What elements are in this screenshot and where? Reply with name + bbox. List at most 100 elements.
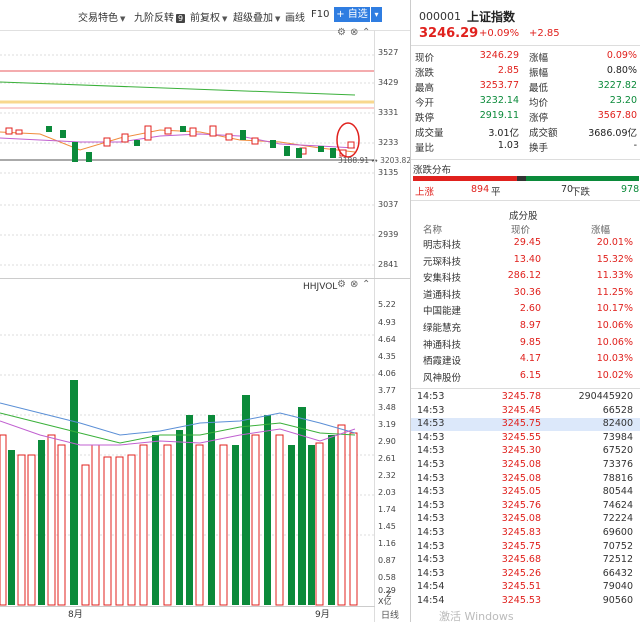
component-row[interactable]: 明志科技 29.45 20.01% [411,236,640,251]
quote-label: 换手 [529,143,549,154]
quote-label: 最高 [415,83,435,94]
component-row[interactable]: 风神股份 6.15 10.02% [411,369,640,384]
tick-price: 3245.30 [501,445,541,457]
toolbar-f10[interactable]: F10 [311,9,329,20]
component-row[interactable]: 栖霞建设 4.17 10.03% [411,352,640,368]
flat-label: 平 [491,187,501,198]
tick-row: 14:53 3245.75 70752 [411,541,640,554]
tick-row: 14:53 3245.78 290445920 [411,391,640,404]
quote-label: 涨跌 [415,68,435,79]
volume-chart[interactable] [0,295,375,607]
toolbar-trade-features[interactable]: 交易特色 ▼ [78,9,125,24]
component-change: 11.25% [596,286,633,298]
chevron-down-icon[interactable]: ▾ [371,7,382,22]
candles [5,125,355,162]
change-amount: +2.85 [529,28,560,39]
down-count: 978 [621,184,640,195]
component-price: 2.60 [519,303,541,315]
up-label: 上涨 [415,187,435,198]
component-row[interactable]: 元琛科技 13.40 15.32% [411,253,640,268]
quote-value: 3232.14 [479,95,519,106]
tick-volume: 69600 [602,527,633,538]
component-name: 栖霞建设 [423,356,462,368]
tick-time: 14:53 [417,418,445,430]
up-count: 894 [471,184,490,195]
tick-row: 14:53 3245.05 80544 [411,486,640,499]
tick-row: 14:53 3245.83 69600 [411,527,640,540]
component-row[interactable]: 中国能建 2.60 10.17% [411,302,640,318]
quote-label: 成交额 [529,128,558,139]
tick-price: 3245.08 [501,459,541,470]
tick-time: 14:53 [417,404,445,416]
quote-label: 振幅 [529,68,549,79]
quote-value: 23.20 [609,95,637,106]
toolbar-forward-adjust[interactable]: 前复权 ▼ [190,9,227,24]
tick-volume: 80544 [602,486,633,498]
tick-row: 14:54 3245.53 90560 [411,595,640,608]
tick-row: 14:53 3245.55 73984 [411,432,640,445]
kline-chart[interactable] [0,30,375,280]
tick-volume: 82400 [602,418,633,430]
period-label[interactable]: 日线 [381,608,399,621]
component-price: 30.36 [513,286,541,298]
tick-row: 14:53 3245.68 72512 [411,554,640,567]
quote-value: 3567.80 [597,110,637,121]
tick-price: 3245.75 [501,418,541,430]
tick-time: 14:53 [417,486,445,498]
tick-price: 3245.08 [501,513,541,525]
component-price: 13.40 [513,253,541,265]
quote-value: 3686.09亿 [588,128,637,139]
tick-time: 14:54 [417,581,445,593]
tick-row: 14:53 3245.08 72224 [411,513,640,526]
tick-volume: 72224 [602,513,633,525]
tick-time: 14:53 [417,513,445,525]
component-row[interactable]: 道通科技 30.36 11.25% [411,286,640,301]
tick-volume: 67520 [602,445,633,457]
component-row[interactable]: 安集科技 286.12 11.33% [411,269,640,284]
current-price: 3246.29 [419,26,479,41]
component-change: 10.06% [596,336,633,348]
tick-volume: 73984 [602,431,633,443]
tick-volume: 290445920 [578,391,633,402]
tick-time: 14:54 [417,595,445,606]
chart-toolbar: 交易特色 ▼ 九阶反转 9 前复权 ▼ 超级叠加 ▼ 画线 F10 + 自选 ▾ [0,0,410,31]
quote-label: 涨幅 [529,53,549,64]
tick-price: 3245.75 [501,540,541,552]
quote-row: 现价 3246.29 涨幅 0.09% [411,49,640,64]
quote-label: 均价 [529,98,549,109]
tick-price: 3245.05 [501,486,541,498]
x-label-sep: 9月 [315,610,330,620]
toolbar-nine-reversal[interactable]: 九阶反转 9 [134,9,186,24]
quote-label: 现价 [415,53,435,64]
change-percent: +0.09% [479,28,520,39]
tick-time: 14:53 [417,554,445,566]
add-watchlist-button[interactable]: + 自选 [334,7,370,22]
settings-icon-2[interactable]: ⚙ [337,279,346,290]
quote-row: 成交量 3.01亿 成交额 3686.09亿 [411,124,640,139]
component-name: 中国能建 [423,306,462,318]
tick-price: 3245.76 [501,499,541,511]
component-row[interactable]: 神通科技 9.85 10.06% [411,336,640,351]
toolbar-draw-line[interactable]: 画线 [285,9,305,24]
ma10-line [0,133,356,149]
distribution-title: 涨跌分布 [413,165,452,176]
distribution-bar [413,176,639,181]
tick-price: 3245.26 [501,567,541,579]
quote-value: 0.80% [606,65,637,76]
component-change: 11.33% [596,270,633,282]
quote-label: 今开 [415,98,435,109]
quote-row: 今开 3232.14 均价 23.20 [411,94,640,109]
tick-time: 14:53 [417,527,445,538]
tick-price: 3245.78 [501,391,541,402]
component-name: 道通科技 [423,289,462,301]
quote-label: 最低 [529,83,549,94]
close-icon-2[interactable]: ⊗ [350,279,358,290]
volume-indicator-label: HHJVOL [303,282,338,292]
tick-price: 3245.55 [501,431,541,443]
component-name: 绿能慧充 [423,323,462,334]
component-row[interactable]: 绿能慧充 8.97 10.06% [411,319,640,334]
toolbar-super-overlay[interactable]: 超级叠加 ▼ [233,9,280,24]
collapse-icon-2[interactable]: ⌃ [362,279,370,290]
tick-price: 3245.68 [501,554,541,566]
quote-value: 1.03 [497,140,519,151]
